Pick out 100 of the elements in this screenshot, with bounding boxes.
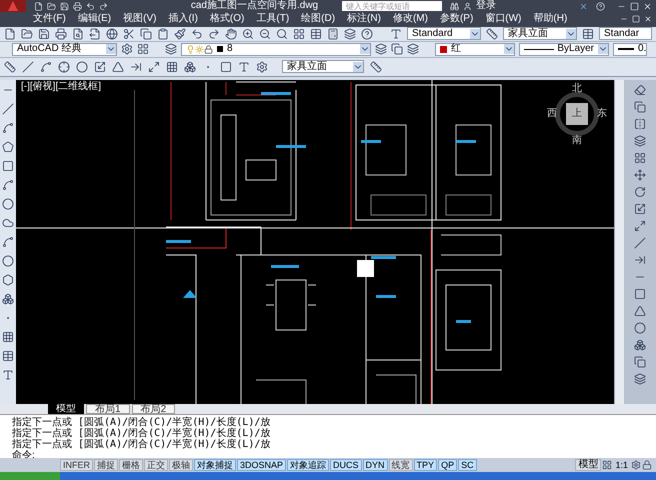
move-icon[interactable] [634,168,646,181]
layer-dropdown[interactable]: 8 [181,42,371,56]
layers-icon[interactable] [407,43,419,56]
circle-icon[interactable] [76,60,88,73]
crosshair-icon[interactable] [58,60,70,73]
trim-icon[interactable] [634,236,646,249]
grid-icon[interactable] [293,28,305,40]
new-file-icon[interactable] [4,28,16,40]
viewport-label[interactable]: [-][俯视][二维线框] [21,82,101,92]
menu-item[interactable]: 标注(N) [347,14,381,24]
pentagon-icon[interactable] [2,140,14,153]
redo-icon[interactable] [208,28,220,40]
help-icon[interactable] [361,28,373,40]
color-dropdown[interactable]: 红 [435,42,515,56]
status-toggle-button[interactable]: DYN [362,459,388,472]
scale-icon[interactable] [634,202,646,215]
baseline-icon[interactable] [130,60,142,73]
explode-icon[interactable] [634,338,646,351]
status-toggle-button[interactable]: 正交 [144,459,168,472]
layers-icon[interactable] [165,43,177,56]
table-style-icon[interactable] [582,28,594,40]
text-style-dropdown[interactable]: Standard [407,27,481,40]
binoculars-icon[interactable] [450,2,460,10]
menu-item[interactable]: 格式(O) [210,14,244,24]
stretch-icon[interactable] [634,220,646,232]
gear-icon[interactable] [121,43,133,56]
extend-icon[interactable] [634,254,646,266]
aligned-line-icon[interactable] [22,60,34,73]
folder-icon[interactable] [21,28,33,40]
save-icon[interactable] [38,28,50,40]
chamfer-icon[interactable] [634,304,646,317]
pan-icon[interactable] [225,28,237,40]
search-icon[interactable] [276,28,288,40]
search-field[interactable]: 键入关键字或短语 [342,1,442,11]
menu-item[interactable]: 绘图(D) [301,14,336,24]
calculator-icon[interactable] [327,28,339,40]
zoom-in-icon[interactable] [242,28,254,40]
spline-icon[interactable] [2,122,14,134]
menu-item[interactable]: 插入(I) [168,14,198,24]
zoom-out-icon[interactable] [259,28,271,40]
layout-tab[interactable]: 布局1 [86,404,130,414]
table-icon[interactable] [2,350,14,362]
cloud-icon[interactable] [2,216,14,229]
layers-icon[interactable] [344,28,356,40]
menu-item[interactable]: 窗口(W) [485,14,522,24]
linetype-dropdown[interactable]: ByLayer [519,42,609,56]
hatch-icon[interactable] [2,330,14,343]
grid-icon[interactable] [166,60,178,73]
printer-icon[interactable] [73,2,82,10]
status-toggle-button[interactable]: 线宽 [388,459,413,472]
mirror-icon[interactable] [634,118,646,130]
dimension-style-dropdown[interactable]: 家具立面 [282,60,364,74]
lock-icon[interactable] [642,460,652,470]
hexagon-icon[interactable] [2,274,14,286]
square-icon[interactable] [220,60,232,73]
expand-icon[interactable] [148,60,160,73]
status-toggle-button[interactable]: 极轴 [169,459,193,472]
arc-icon[interactable] [2,178,14,191]
scale-icon[interactable] [94,60,106,73]
menu-item[interactable]: 视图(V) [123,14,156,24]
menu-item[interactable]: 编辑(E) [78,14,112,24]
start-button[interactable] [0,472,60,480]
user-icon[interactable] [463,2,472,10]
copy-icon[interactable] [140,28,152,40]
close-icon[interactable] [643,2,652,10]
array-icon[interactable] [634,152,646,164]
redo-icon[interactable] [99,2,108,10]
circle-icon[interactable] [2,198,14,210]
vertical-scrollbar[interactable] [614,80,624,404]
dimension-style-icon[interactable] [486,28,498,40]
layout-tab[interactable]: 布局2 [132,404,176,414]
status-toggle-button[interactable]: 捕捉 [94,459,118,472]
copy-icon[interactable] [391,43,403,56]
gear-icon[interactable] [256,60,268,73]
layers-icon[interactable] [375,43,387,56]
text-style-icon[interactable] [390,28,402,40]
table-style-dropdown[interactable]: Standar [599,27,652,40]
menu-item[interactable]: 参数(P) [440,14,474,24]
block-icon[interactable] [2,292,14,305]
paste-icon[interactable] [157,28,169,40]
grid-icon[interactable] [137,43,149,56]
order-icon[interactable] [634,372,646,385]
copy-icon[interactable] [634,100,646,113]
ruler-icon[interactable] [4,60,16,73]
status-toggle-button[interactable]: DUCS [330,459,362,472]
rotate-icon[interactable] [634,186,646,198]
close-icon[interactable] [644,15,652,24]
gear-icon[interactable] [631,460,641,470]
export-icon[interactable] [89,28,101,40]
status-toggle-button[interactable]: 对象捕捉 [194,459,236,472]
status-toggle-button[interactable]: 对象追踪 [287,459,330,472]
annotation-scale-button[interactable]: 1:1 [613,459,630,472]
sign-in-link[interactable]: 登录 [476,1,496,11]
dimension-style-icon[interactable] [370,60,382,73]
layout-icon[interactable] [602,460,612,470]
fillet-icon[interactable] [634,322,646,334]
status-toggle-button[interactable]: TPY [414,459,438,472]
menu-item[interactable]: 文件(F) [33,14,66,24]
view-cube[interactable]: 上 [566,102,588,125]
menu-item[interactable]: 修改(M) [392,14,428,24]
